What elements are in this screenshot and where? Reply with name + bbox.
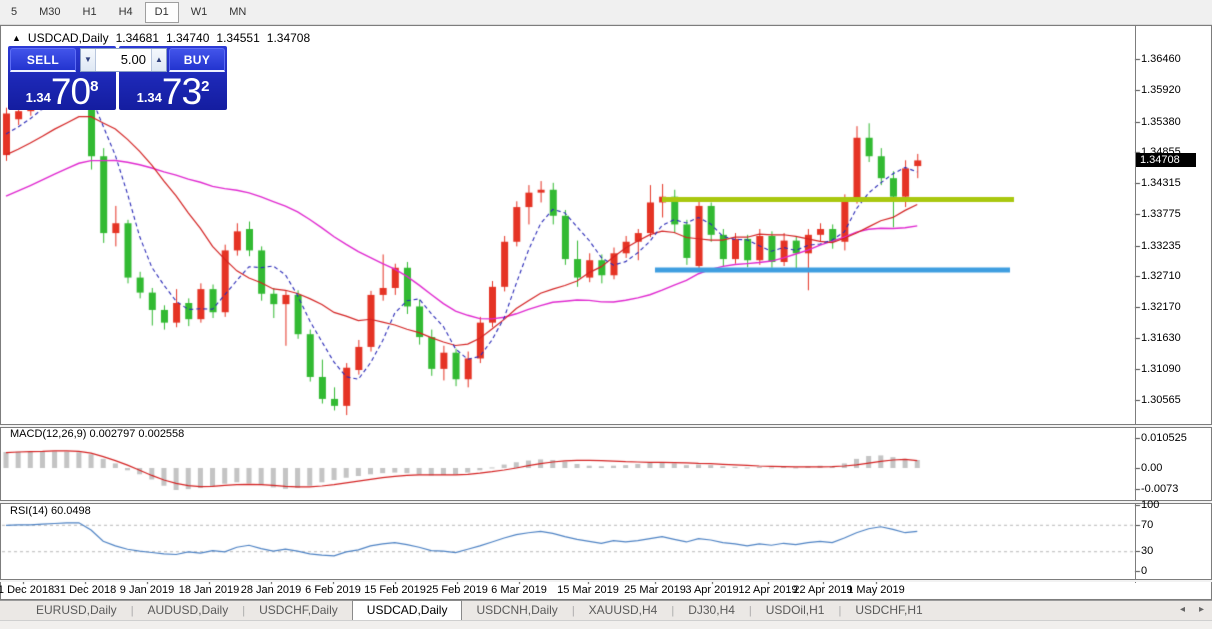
- volume-increase-icon[interactable]: ▲: [151, 49, 166, 71]
- rsi-label: RSI(14) 60.0498: [10, 505, 91, 517]
- date-axis-label: 15 Mar 2019: [557, 584, 619, 596]
- tab-dj30-h4[interactable]: DJ30,H4: [674, 601, 749, 620]
- date-axis-label: 25 Mar 2019: [624, 584, 686, 596]
- price-axis-label: 1.35920: [1141, 84, 1181, 97]
- price-axis-label: 1.36460: [1141, 53, 1181, 66]
- date-axis-label: 12 Apr 2019: [738, 584, 798, 596]
- macd-axis-label: 0.010525: [1141, 431, 1187, 444]
- timeframe-button-5[interactable]: 5: [1, 2, 27, 23]
- date-axis-label: 25 Feb 2019: [426, 584, 488, 596]
- timeframe-button-d1[interactable]: D1: [144, 1, 179, 23]
- rsi-axis-label: 30: [1141, 545, 1154, 558]
- ohlc-high: 1.34740: [166, 31, 210, 45]
- macd-axis-label: -0.0073: [1141, 482, 1179, 495]
- timeframe-button-w1[interactable]: W1: [181, 2, 218, 23]
- trading-app-window: 5 M30 H1 H4 D1 W1 MN ▲ USDCAD,Daily 1.34681 1.…: [0, 0, 1212, 629]
- macd-axis-label: 0.00: [1141, 462, 1163, 474]
- timeframe-button-m30[interactable]: M30: [29, 2, 70, 23]
- date-axis-label: 3 Apr 2019: [685, 584, 739, 596]
- tab-usdchf-h1[interactable]: USDCHF,H1: [841, 601, 936, 620]
- sell-price-prefix: 1.34: [25, 90, 51, 105]
- date-axis-label: 1 May 2019: [847, 584, 905, 596]
- volume-input[interactable]: 5.00: [96, 49, 151, 71]
- price-axis-label: 1.35380: [1141, 115, 1181, 128]
- price-axis-label: 1.34315: [1141, 177, 1181, 190]
- macd-label: MACD(12,26,9) 0.002797 0.002558: [10, 428, 185, 440]
- buy-price-pip: 2: [201, 78, 210, 95]
- rsi-axis-label: 0: [1141, 565, 1148, 577]
- timeframe-button-h1[interactable]: H1: [73, 2, 107, 23]
- buy-price-prefix: 1.34: [136, 90, 162, 105]
- date-axis-divider: [0, 579, 1212, 582]
- sell-button[interactable]: SELL: [10, 48, 76, 72]
- date-axis-label: 22 Apr 2019: [793, 584, 853, 596]
- buy-price: 1.34 73 2: [119, 71, 227, 112]
- price-axis-label: 1.31630: [1141, 332, 1181, 345]
- rsi-axis-label: 100: [1141, 499, 1160, 511]
- sell-price-pip: 8: [90, 78, 99, 95]
- tab-xauusd-h4[interactable]: XAUUSD,H4: [575, 601, 672, 620]
- current-price-tag: 1.34708: [1136, 153, 1196, 168]
- collapse-panel-icon[interactable]: ▲: [12, 33, 21, 43]
- tab-usdoil-h1[interactable]: USDOil,H1: [752, 601, 839, 620]
- tab-scroll-right-icon[interactable]: ▸: [1199, 604, 1204, 615]
- tab-audusd-daily[interactable]: AUDUSD,Daily: [134, 601, 243, 620]
- date-axis-label: 31 Dec 2018: [53, 584, 117, 596]
- volume-decrease-icon[interactable]: ▼: [81, 49, 96, 71]
- one-click-trade-widget: SELL 1.34 70 8 BUY 1.34 73 2 ▼ 5.00 ▲: [8, 46, 227, 110]
- price-axis-label: 1.33775: [1141, 208, 1181, 221]
- ohlc-low: 1.34551: [216, 31, 260, 45]
- tab-scroll-nav: ◂ ▸: [1180, 604, 1204, 615]
- tab-scroll-left-icon[interactable]: ◂: [1180, 604, 1185, 615]
- volume-spinner: ▼ 5.00 ▲: [80, 48, 167, 72]
- date-axis-label: 6 Mar 2019: [491, 584, 547, 596]
- date-axis-label: 21 Dec 2018: [0, 584, 55, 596]
- ohlc-close: 1.34708: [266, 31, 311, 45]
- status-strip: [0, 620, 1212, 629]
- tab-usdcad-daily[interactable]: USDCAD,Daily: [351, 600, 463, 620]
- rsi-pane-splitter[interactable]: [0, 500, 1212, 504]
- sell-price: 1.34 70 8: [8, 71, 116, 112]
- price-axis-label: 1.33235: [1141, 239, 1181, 252]
- price-axis-label: 1.30565: [1141, 393, 1181, 406]
- date-axis-label: 9 Jan 2019: [119, 584, 175, 596]
- timeframe-toolbar: 5 M30 H1 H4 D1 W1 MN: [0, 0, 1212, 25]
- ohlc-open: 1.34681: [115, 31, 159, 45]
- timeframe-button-mn[interactable]: MN: [219, 2, 256, 23]
- timeframe-button-h4[interactable]: H4: [109, 2, 143, 23]
- price-axis-label: 1.32170: [1141, 301, 1181, 314]
- sell-price-main: 70: [50, 71, 91, 112]
- price-axis-label: 1.31090: [1141, 363, 1181, 376]
- chart-header: ▲ USDCAD,Daily 1.34681 1.34740 1.34551 1…: [12, 31, 310, 45]
- tab-eurusd-daily[interactable]: EURUSD,Daily: [22, 601, 131, 620]
- date-axis-label: 6 Feb 2019: [305, 584, 361, 596]
- buy-price-main: 73: [161, 71, 202, 112]
- date-axis-label: 15 Feb 2019: [364, 584, 426, 596]
- tab-usdcnh-daily[interactable]: USDCNH,Daily: [462, 601, 571, 620]
- price-axis-label: 1.32710: [1141, 269, 1181, 282]
- buy-button[interactable]: BUY: [169, 48, 225, 72]
- chart-symbol-label: USDCAD,Daily: [27, 31, 109, 45]
- date-axis-label: 28 Jan 2019: [240, 584, 302, 596]
- date-axis-label: 18 Jan 2019: [178, 584, 240, 596]
- symbol-tabbar: EURUSD,Daily | AUDUSD,Daily | USDCHF,Daily US…: [0, 600, 1212, 620]
- tab-usdchf-daily[interactable]: USDCHF,Daily: [245, 601, 352, 620]
- rsi-axis-label: 70: [1141, 518, 1154, 531]
